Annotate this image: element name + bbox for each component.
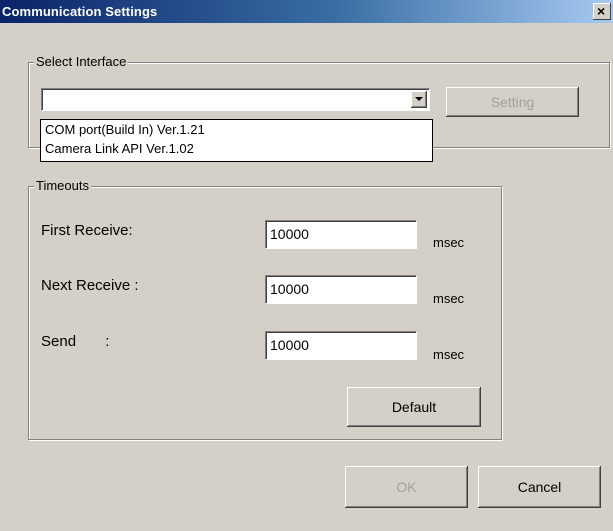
communication-settings-dialog: Communication Settings × Select Interfac… <box>0 0 613 531</box>
interface-dropdown-list: COM port(Build In) Ver.1.21 Camera Link … <box>40 119 433 162</box>
next-receive-unit: msec <box>433 291 465 306</box>
first-receive-input[interactable]: 10000 <box>265 220 417 249</box>
next-receive-input[interactable]: 10000 <box>265 275 417 304</box>
send-input[interactable]: 10000 <box>265 331 417 360</box>
next-receive-label: Next Receive : <box>41 277 139 294</box>
select-interface-legend: Select Interface <box>34 54 129 69</box>
interface-combobox[interactable] <box>41 88 430 111</box>
default-button[interactable]: Default <box>347 387 481 427</box>
dropdown-option-camera-link[interactable]: Camera Link API Ver.1.02 <box>45 141 194 156</box>
timeouts-legend: Timeouts <box>34 178 91 193</box>
dropdown-arrow-icon[interactable] <box>411 91 427 108</box>
first-receive-unit: msec <box>433 235 465 250</box>
ok-button[interactable]: OK <box>345 466 468 508</box>
first-receive-label: First Receive: <box>41 222 133 239</box>
setting-button[interactable]: Setting <box>446 87 579 117</box>
title-bar: Communication Settings × <box>0 0 613 23</box>
send-label: Send : <box>41 333 110 350</box>
cancel-button[interactable]: Cancel <box>478 466 601 508</box>
dropdown-option-com-port[interactable]: COM port(Build In) Ver.1.21 <box>45 122 205 137</box>
close-button[interactable]: × <box>593 3 611 20</box>
window-title: Communication Settings <box>2 4 158 19</box>
send-unit: msec <box>433 347 465 362</box>
close-icon: × <box>597 3 606 19</box>
